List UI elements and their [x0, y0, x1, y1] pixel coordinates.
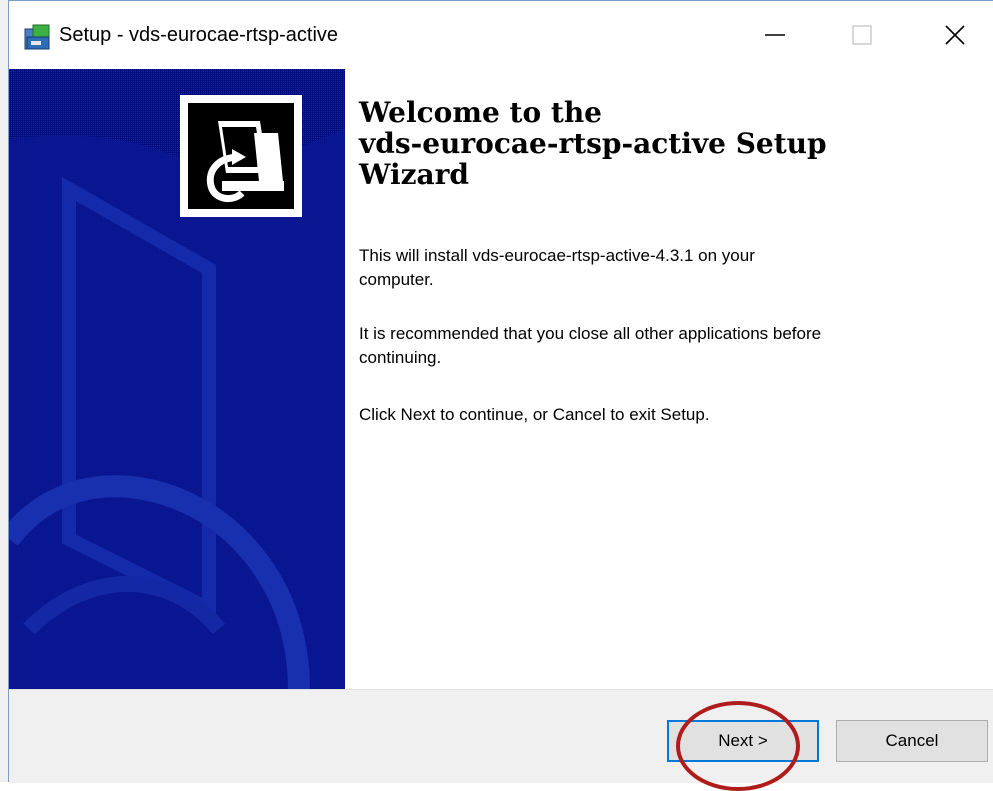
close-button[interactable] — [924, 1, 986, 69]
welcome-content: Welcome to the vds-eurocae-rtsp-active S… — [359, 96, 979, 424]
minimize-button[interactable] — [744, 1, 806, 69]
installer-logo — [180, 95, 302, 217]
setup-wizard-window: Setup - vds-eurocae-rtsp-active Welcome … — [8, 0, 993, 791]
close-apps-text: It is recommended that you close all oth… — [359, 324, 822, 367]
title-bar[interactable]: Setup - vds-eurocae-rtsp-active — [9, 1, 993, 69]
next-button[interactable]: Next > — [667, 720, 819, 762]
install-info-text: This will install vds-eurocae-rtsp-activ… — [359, 246, 755, 289]
wizard-sidebar-image — [9, 69, 345, 689]
close-icon — [945, 25, 965, 45]
welcome-heading: Welcome to the vds-eurocae-rtsp-active S… — [359, 96, 827, 191]
logo-background — [188, 103, 294, 209]
minimize-icon — [765, 34, 785, 36]
setup-app-icon — [24, 24, 50, 50]
maximize-icon — [852, 25, 872, 45]
maximize-button[interactable] — [831, 1, 893, 69]
cancel-button[interactable]: Cancel — [836, 720, 988, 762]
window-title: Setup - vds-eurocae-rtsp-active — [59, 24, 339, 46]
installer-computer-icon — [206, 121, 284, 202]
instruction-text: Click Next to continue, or Cancel to exi… — [359, 405, 710, 424]
